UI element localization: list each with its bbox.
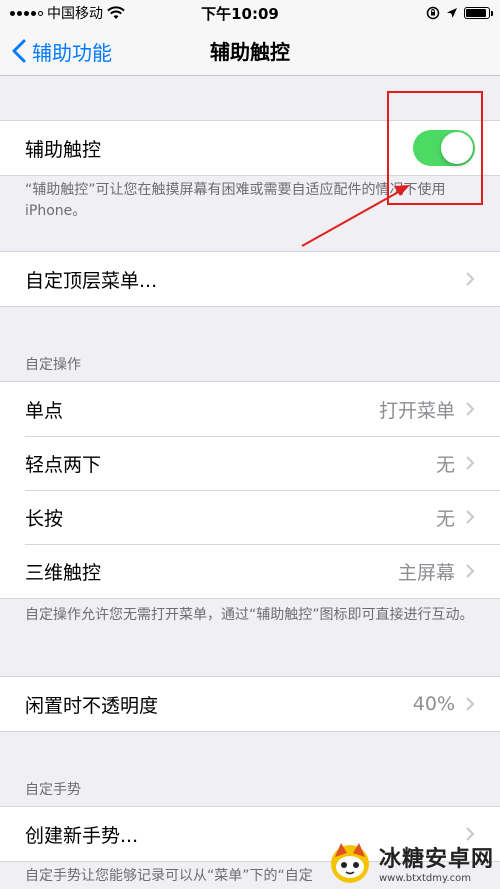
action-row-3d-touch[interactable]: 三维触控 主屏幕 [0,544,500,598]
toggle-knob [441,132,473,164]
top-level-menu-row[interactable]: 自定顶层菜单... [0,252,500,306]
action-label: 轻点两下 [25,453,102,476]
top-level-menu-group: 自定顶层菜单... [0,251,500,307]
action-row-double-tap[interactable]: 轻点两下 无 [0,436,500,490]
location-arrow-icon [447,8,457,18]
battery-level [466,9,486,17]
chevron-right-icon [466,272,475,286]
action-label: 单点 [25,399,64,422]
battery-icon [464,7,493,19]
chevron-right-icon [466,697,475,711]
carrier-name: 中国移动 [47,6,103,22]
chevron-right-icon [466,564,475,578]
assistive-touch-group: 辅助触控 [0,120,500,176]
back-button[interactable]: 辅助功能 [12,26,112,76]
chevron-right-icon [466,510,475,524]
idle-opacity-label: 闲置时不透明度 [25,694,159,717]
watermark: 冰糖安卓网 www.btxtdmy.com [327,839,494,885]
watermark-title: 冰糖安卓网 [378,846,494,872]
idle-opacity-row[interactable]: 闲置时不透明度 40% [0,677,500,731]
idle-opacity-value: 40% [412,693,455,715]
action-value: 打开菜单 [378,399,455,422]
watermark-text: 冰糖安卓网 www.btxtdmy.com [379,841,494,884]
back-button-label: 辅助功能 [32,40,112,65]
chevron-right-icon [466,456,475,470]
status-right [330,6,493,20]
action-value: 无 [435,507,455,530]
assistive-touch-row: 辅助触控 [0,121,500,175]
signal-strength-icon [10,10,43,16]
chevron-left-icon [12,39,26,63]
custom-actions-header: 自定操作 [25,357,81,373]
top-level-menu-label: 自定顶层菜单... [25,269,158,292]
chevron-right-icon [466,402,475,416]
watermark-url: www.btxtdmy.com [378,872,472,884]
watermark-logo-icon [330,843,369,883]
action-label: 长按 [25,507,64,530]
assistive-touch-footnote: “辅助触控”可让您在触摸屏幕有困难或需要自适应配件的情况下使用 iPhone。 [25,182,446,219]
action-value: 主屏幕 [397,561,455,584]
assistive-touch-toggle[interactable] [413,130,475,166]
status-left: 中国移动 [10,3,170,23]
action-row-single-tap[interactable]: 单点 打开菜单 [0,382,500,436]
navigation-bar: 辅助触控 辅助功能 [0,26,500,76]
wifi-icon [107,6,125,19]
custom-actions-group: 单点 打开菜单 轻点两下 无 长按 无 三维触控 主屏幕 [0,381,500,599]
action-label: 三维触控 [25,561,102,584]
action-value: 无 [435,453,455,476]
orientation-lock-icon [426,6,440,20]
idle-opacity-group: 闲置时不透明度 40% [0,676,500,732]
status-time: 下午10:09 [201,4,279,23]
custom-gestures-header: 自定手势 [25,782,81,798]
assistive-touch-label: 辅助触控 [25,138,102,161]
custom-actions-footnote: 自定操作允许您无需打开菜单，通过“辅助触控”图标即可直接进行互动。 [25,607,474,623]
action-row-long-press[interactable]: 长按 无 [0,490,500,544]
status-bar: 中国移动 下午10:09 [0,0,500,26]
